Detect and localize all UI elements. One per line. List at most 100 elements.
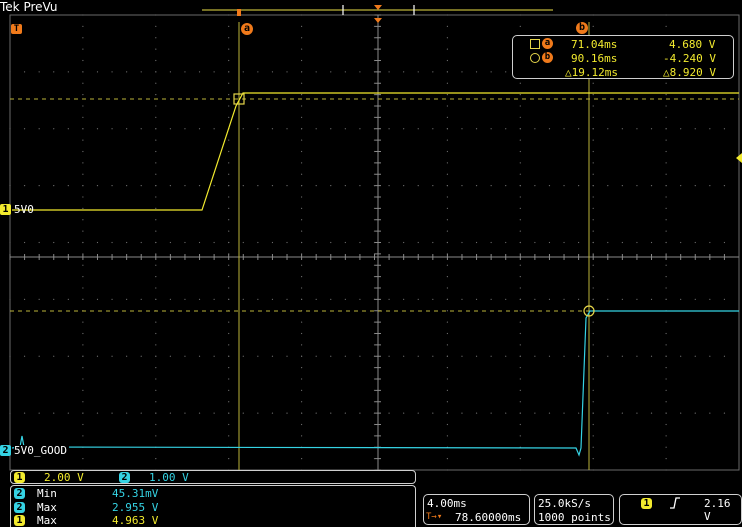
grid-dot	[198, 71, 201, 73]
grid-dot	[490, 412, 492, 414]
cursor-readout-panel[interactable]: a 71.04ms 4.680 V b 90.16ms -4.240 V △19…	[512, 35, 734, 79]
grid-dot	[96, 412, 99, 414]
grid-dot	[373, 196, 376, 198]
grid-dot	[67, 355, 69, 357]
trigger-marker[interactable]: T	[11, 24, 22, 34]
grid-dot	[723, 298, 726, 300]
grid-dot	[519, 219, 521, 221]
grid-dot	[228, 230, 230, 232]
grid-dot	[665, 230, 667, 232]
grid-dot	[111, 185, 113, 187]
grid-dot	[359, 185, 361, 187]
grid-dot	[155, 344, 157, 346]
grid-dot	[82, 367, 84, 369]
grid-dot	[67, 298, 69, 300]
measurement-row[interactable]: 2 Min 45.31mV	[11, 487, 415, 500]
grid-dot	[403, 71, 405, 73]
grid-dot	[301, 94, 303, 96]
grid-dot	[155, 423, 157, 426]
grid-dot	[213, 128, 215, 130]
grid-dot	[301, 389, 303, 391]
grid-dot	[359, 298, 361, 300]
measurement-label: Max	[37, 500, 57, 514]
grid-dot	[228, 173, 230, 175]
grid-dot	[155, 82, 157, 84]
grid-dot	[490, 185, 492, 187]
grid-dot	[228, 139, 230, 141]
grid-dot	[301, 241, 303, 244]
trigger-source-chip: 1	[641, 498, 652, 509]
grid-dot	[301, 219, 303, 221]
measurements-panel[interactable]: 2 Min 45.31mV 2 Max 2.955 V 1 Max 4.963 V	[10, 485, 416, 527]
grid-dot	[271, 128, 274, 130]
grid-dot	[607, 298, 609, 300]
grid-dot	[228, 401, 230, 403]
grid-dot	[82, 196, 84, 198]
measurement-row[interactable]: 2 Max 2.955 V	[11, 500, 415, 514]
grid-dot	[475, 71, 478, 73]
grid-dot	[505, 185, 507, 187]
cursor-b-marker[interactable]: b	[576, 22, 588, 34]
grid-dot	[315, 298, 317, 300]
grid-dot	[169, 412, 171, 414]
grid-dot	[446, 378, 448, 380]
grid-dot	[373, 82, 376, 84]
grid-dot	[446, 94, 448, 96]
grid-dot	[665, 469, 667, 471]
grid-dot	[140, 128, 142, 130]
timebase-panel[interactable]: 4.00ms T→▾ 78.60000ms	[423, 494, 530, 525]
grid-dot	[709, 298, 711, 300]
grid-dot	[519, 94, 521, 96]
measurement-row[interactable]: 1 Max 4.963 V	[11, 514, 415, 527]
grid-dot	[155, 196, 157, 198]
grid-dot	[519, 458, 521, 460]
grid-dot	[155, 458, 157, 460]
grid-dot	[301, 276, 303, 278]
grid-dot	[38, 128, 40, 130]
grid-dot	[271, 71, 274, 73]
grid-dot	[82, 389, 84, 391]
grid-dot	[155, 401, 157, 403]
grid-dot	[548, 355, 551, 357]
grid-dot	[505, 412, 507, 414]
grid-dot	[519, 276, 521, 278]
grid-dot	[301, 59, 303, 62]
grid-dot	[155, 298, 157, 300]
grid-dot	[286, 412, 288, 414]
grid-dot	[38, 298, 40, 300]
grid-dot	[592, 389, 594, 391]
grid-dot	[257, 355, 259, 357]
grid-dot	[330, 412, 332, 414]
grid-dot	[301, 264, 303, 266]
grid-dot	[373, 139, 376, 141]
vertical-scale-panel[interactable]: 1 2.00 V 2 1.00 V	[10, 470, 416, 484]
grid-dot	[665, 219, 667, 221]
grid-dot	[82, 241, 84, 244]
grid-dot	[82, 435, 84, 437]
acquisition-panel[interactable]: 25.0kS/s 1000 points	[534, 494, 614, 525]
trigger-panel[interactable]: 1 2.16 V	[619, 494, 742, 525]
grid-dot	[82, 25, 84, 27]
grid-dot	[563, 412, 565, 414]
grid-dot	[213, 71, 215, 73]
grid-dot	[403, 412, 405, 414]
grid-dot	[242, 71, 244, 73]
grid-dot	[665, 367, 667, 369]
grid-dot	[344, 128, 346, 130]
grid-dot	[23, 71, 26, 73]
grid-dot	[169, 128, 171, 130]
grid-dot	[519, 128, 521, 130]
grid-dot	[446, 389, 448, 391]
grid-dot	[665, 276, 667, 278]
cursor-b-time: 90.16ms	[571, 52, 618, 65]
grid-dot	[432, 71, 434, 73]
grid-dot	[67, 412, 69, 414]
grid-dot	[592, 219, 594, 221]
grid-dot	[228, 71, 230, 73]
grid-dot	[228, 355, 230, 357]
grid-dot	[373, 378, 376, 380]
cursor-a-marker[interactable]: a	[241, 23, 253, 35]
grid-dot	[461, 298, 463, 300]
grid-dot	[96, 241, 99, 244]
grid-dot	[373, 150, 376, 153]
